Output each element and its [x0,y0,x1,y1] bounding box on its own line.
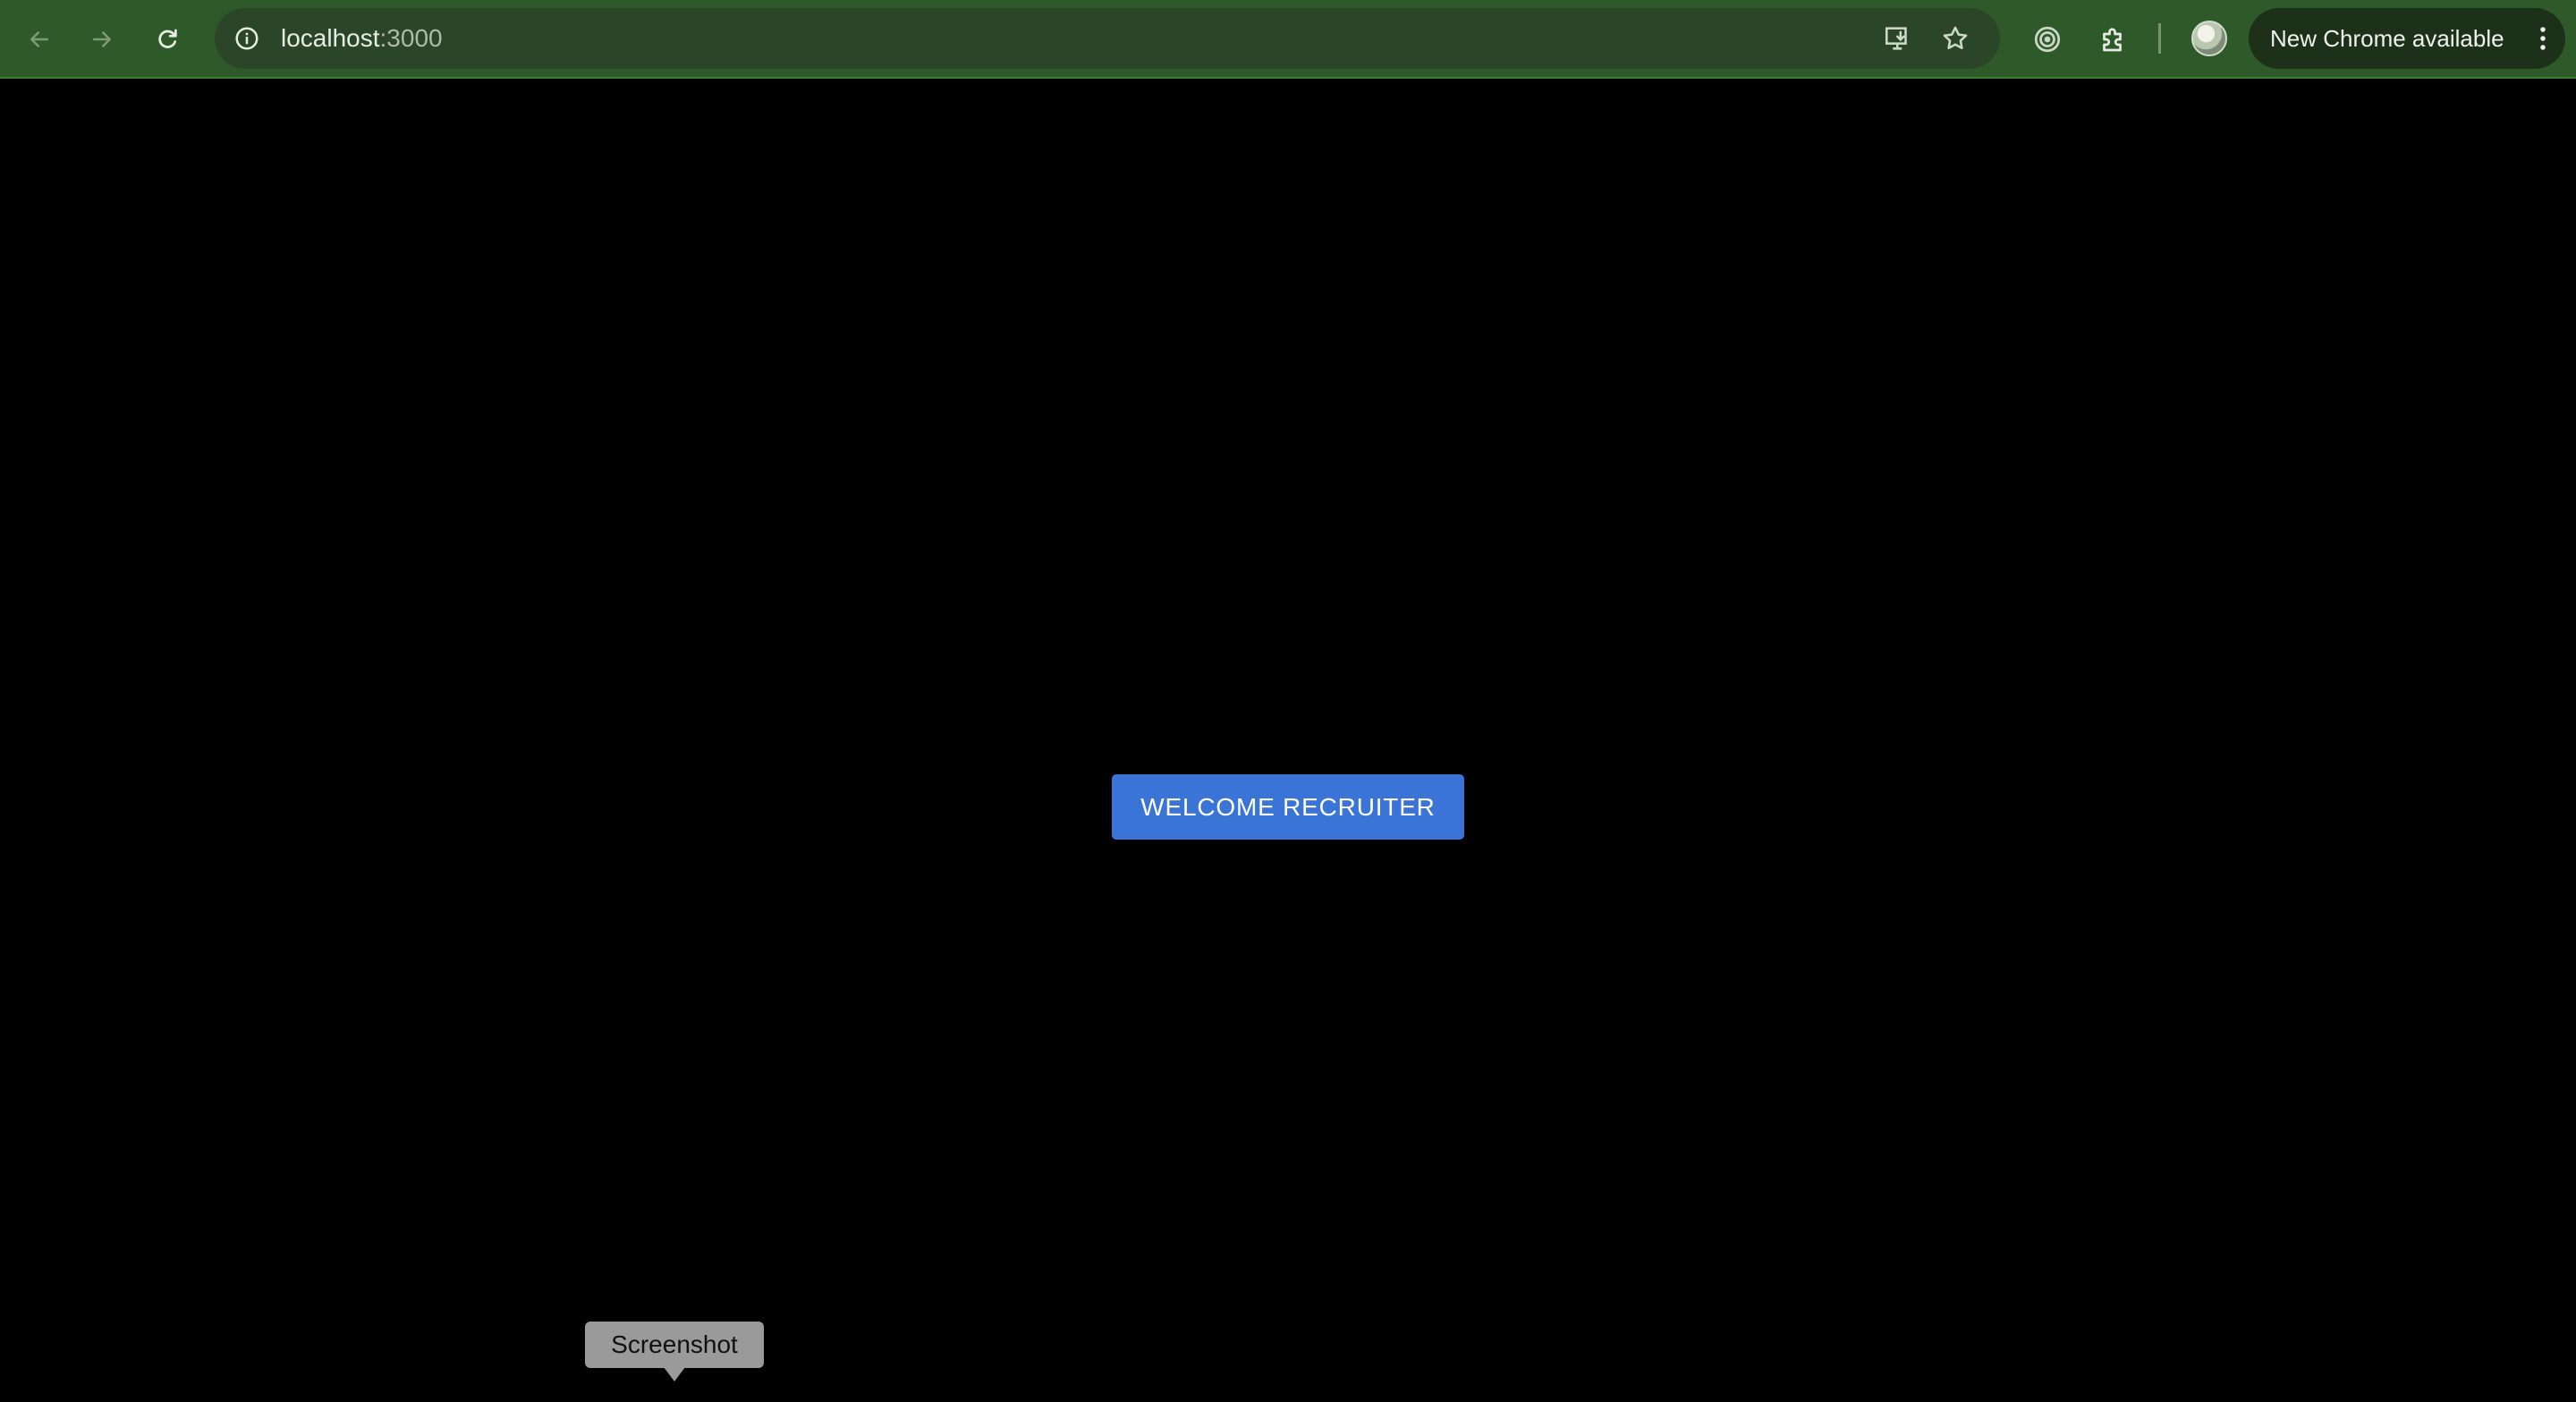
url-host: localhost [281,24,380,52]
site-info-icon [235,27,258,50]
toolbar-divider [2158,23,2161,54]
back-arrow-icon [30,31,48,47]
tooltip-arrow [664,1367,685,1381]
update-chrome-button[interactable]: New Chrome available [2249,8,2565,69]
install-app-button[interactable] [1880,21,1916,56]
extensions-puzzle-icon [2103,28,2122,52]
forward-arrow-icon [93,31,111,47]
back-button[interactable] [18,18,61,61]
google-lens-icon [2034,26,2061,53]
update-chrome-label: New Chrome available [2270,25,2504,52]
browser-toolbar: localhost:3000 New Chrome available [0,0,2576,79]
install-app-icon [1885,27,1907,50]
reload-icon [158,29,177,48]
profile-avatar[interactable] [2191,21,2227,56]
site-info-button[interactable] [229,21,265,56]
lens-button[interactable] [2026,18,2069,61]
welcome-recruiter-button[interactable]: WELCOME RECRUITER [1112,774,1464,840]
url-port: :3000 [379,24,443,52]
chrome-menu-button[interactable] [2533,22,2553,55]
url-text[interactable]: localhost:3000 [281,8,443,69]
kebab-menu-icon [2540,27,2546,50]
bookmark-button[interactable] [1937,21,1973,56]
bookmark-star-icon [1943,26,1968,50]
screenshot-tooltip: Screenshot [585,1322,764,1368]
page-viewport [0,79,2576,1402]
forward-button[interactable] [80,18,123,61]
address-bar[interactable]: localhost:3000 [215,8,2000,69]
reload-button[interactable] [146,18,189,61]
extensions-button[interactable] [2092,18,2135,61]
